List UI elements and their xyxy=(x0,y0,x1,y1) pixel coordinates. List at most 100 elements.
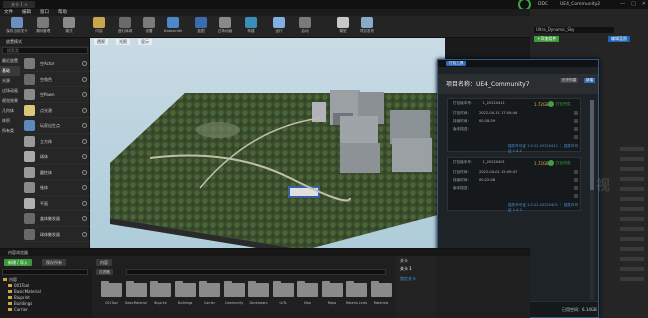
help-icon[interactable] xyxy=(82,76,87,82)
toolbar-button[interactable]: 过场动画 xyxy=(212,17,238,37)
maximize-icon[interactable]: □ xyxy=(631,0,636,9)
asset-folder[interactable]: Buildings xyxy=(174,280,197,314)
asset-folder[interactable]: Materia Lines xyxy=(345,280,368,314)
help-icon[interactable] xyxy=(82,169,87,175)
asset-folder[interactable]: Community xyxy=(223,280,246,314)
help-icon[interactable] xyxy=(82,231,87,237)
edit-blueprint-button[interactable]: 编辑蓝图 xyxy=(608,36,630,42)
placeable-item[interactable]: 球体 xyxy=(21,149,90,165)
card-action-icon[interactable] xyxy=(574,178,578,182)
toolbar-button[interactable]: 保存当前关卡 xyxy=(4,17,30,37)
placeable-item[interactable]: 空Actor xyxy=(21,56,90,72)
license-link[interactable]: 插件许可证 1.0.22.20220401 ｜ 插件许可证 1.4.2 xyxy=(508,203,580,213)
toolbar-button[interactable]: Datasmith xyxy=(160,17,186,37)
placeable-item[interactable]: 盒体触发器 xyxy=(21,211,90,227)
toolbar-button[interactable]: 设置 xyxy=(136,17,162,37)
category-item[interactable]: 最近放置 xyxy=(0,56,20,66)
close-icon[interactable]: ✕ xyxy=(642,0,646,9)
viewport-mode-button[interactable]: 显示 xyxy=(138,39,152,45)
toolbar-button[interactable]: 内容 xyxy=(86,17,112,37)
placeable-item[interactable]: 平面 xyxy=(21,196,90,211)
filter-button[interactable]: 过滤器 xyxy=(96,269,113,275)
asset-folder[interactable]: Map xyxy=(296,280,319,314)
menu-file[interactable]: 文件 xyxy=(4,9,13,16)
toolbar-button[interactable]: 模式 xyxy=(56,17,82,37)
placeable-item[interactable]: 空角色 xyxy=(21,72,90,87)
dialog-scrollbar[interactable] xyxy=(590,100,594,300)
card-action-icon[interactable] xyxy=(574,186,578,190)
content-browser-tab-label[interactable]: 内容浏览器 xyxy=(8,249,28,256)
add-component-button[interactable]: +添加组件 xyxy=(534,36,560,42)
path-breadcrumb[interactable]: 内容 xyxy=(96,259,112,266)
help-icon[interactable] xyxy=(82,200,87,206)
asset-folder[interactable]: BasicMaterial xyxy=(125,280,148,314)
card-action-icon[interactable] xyxy=(574,194,578,198)
card-action-icon[interactable] xyxy=(574,135,578,139)
toolbar-button[interactable]: 项目发布 xyxy=(354,17,380,37)
placeable-item[interactable]: 空Pawn xyxy=(21,87,90,103)
placeable-item[interactable]: 立方体 xyxy=(21,134,90,149)
save-all-button[interactable]: 保存所有 xyxy=(42,259,66,266)
card-action-icon[interactable] xyxy=(574,111,578,115)
card-action-icon[interactable] xyxy=(574,127,578,131)
level-viewport[interactable]: 透视 光照 显示 xyxy=(90,38,445,248)
help-icon[interactable] xyxy=(82,185,87,190)
menu-edit[interactable]: 编辑 xyxy=(22,9,31,16)
category-item[interactable]: 几何体 xyxy=(0,106,20,116)
help-icon[interactable] xyxy=(82,216,87,221)
asset-folder[interactable]: Developers xyxy=(247,280,270,314)
toolbar-button[interactable]: 启动 xyxy=(292,17,318,37)
asset-folder[interactable]: 001Tool xyxy=(100,280,123,314)
category-item[interactable]: 视觉效果 xyxy=(0,96,20,106)
package-tool-button[interactable]: 打包工具 xyxy=(446,61,467,66)
folder-search-input[interactable] xyxy=(2,269,88,275)
placeable-item[interactable]: 点光源 xyxy=(21,103,90,118)
asset-folder[interactable]: Maps xyxy=(321,280,344,314)
help-icon[interactable] xyxy=(82,154,87,159)
history-button[interactable]: 历史构建 xyxy=(560,78,579,83)
placeable-item[interactable]: 圆柱体 xyxy=(21,165,90,180)
viewport-mode-button[interactable]: 光照 xyxy=(116,39,130,45)
build-card[interactable]: 打包版本号： 1_20220401 打包时间： 2022-04-01 15:09:47… xyxy=(447,157,581,213)
asset-search-input[interactable] xyxy=(126,269,386,275)
license-link[interactable]: 插件许可证 1.0.22.20220411 ｜ 插件许可证 1.4.2 xyxy=(508,144,580,154)
toolbar-button[interactable]: 源码管理 xyxy=(30,17,56,37)
card-action-icon[interactable] xyxy=(574,170,578,174)
tree-folder[interactable]: 001Tool xyxy=(8,283,29,288)
category-item[interactable]: 过场动画 xyxy=(0,86,20,96)
help-icon[interactable] xyxy=(82,61,87,66)
help-icon[interactable] xyxy=(82,138,87,144)
placeable-item[interactable]: 球体触发器 xyxy=(21,227,90,242)
menu-window[interactable]: 窗口 xyxy=(40,9,49,16)
toolbar-button[interactable]: 构建 xyxy=(238,17,264,37)
toolbar-button[interactable]: 运行 xyxy=(266,17,292,37)
asset-folder[interactable]: LUTs xyxy=(272,280,295,314)
tree-folder[interactable]: BasicMaterial xyxy=(8,289,41,294)
placeable-item[interactable]: 玩家出生点 xyxy=(21,118,90,134)
level-tab[interactable]: 关卡 1 × xyxy=(3,1,36,8)
toolbar-button[interactable]: 模型 xyxy=(330,17,356,37)
class-search-input[interactable]: 搜索类 xyxy=(2,47,88,54)
build-card[interactable]: 打包版本号： 1_20220411 打包时间： 2022-04-11 17:04:44… xyxy=(447,98,581,154)
asset-folder[interactable]: Carrier xyxy=(198,280,221,314)
help-icon[interactable] xyxy=(82,107,87,113)
category-item[interactable]: 体积 xyxy=(0,116,20,126)
asset-folder[interactable]: Materials xyxy=(370,280,393,314)
levels-item[interactable]: 关卡 1 xyxy=(400,266,412,272)
category-item[interactable]: 所有类 xyxy=(0,126,20,136)
category-item[interactable]: 基础 xyxy=(0,66,20,76)
new-build-button[interactable]: 新建 xyxy=(584,78,596,83)
tree-folder[interactable]: Bluprint xyxy=(8,295,30,300)
menu-help[interactable]: 帮助 xyxy=(58,9,67,16)
help-icon[interactable] xyxy=(82,123,87,128)
levels-lock[interactable]: 锁定关卡 xyxy=(400,276,416,282)
toolbar-button[interactable]: 蓝图 xyxy=(188,17,214,37)
category-item[interactable]: 光源 xyxy=(0,76,20,86)
tree-root[interactable]: 内容 xyxy=(3,277,17,282)
add-import-button[interactable]: 新增 / 导入 xyxy=(4,259,32,266)
viewport-mode-button[interactable]: 透视 xyxy=(94,39,108,45)
minimize-icon[interactable]: — xyxy=(620,0,625,9)
help-icon[interactable] xyxy=(82,92,87,97)
card-action-icon[interactable] xyxy=(574,119,578,123)
outliner-search-text[interactable]: Ultra_Dynamic_Sky xyxy=(534,27,614,33)
